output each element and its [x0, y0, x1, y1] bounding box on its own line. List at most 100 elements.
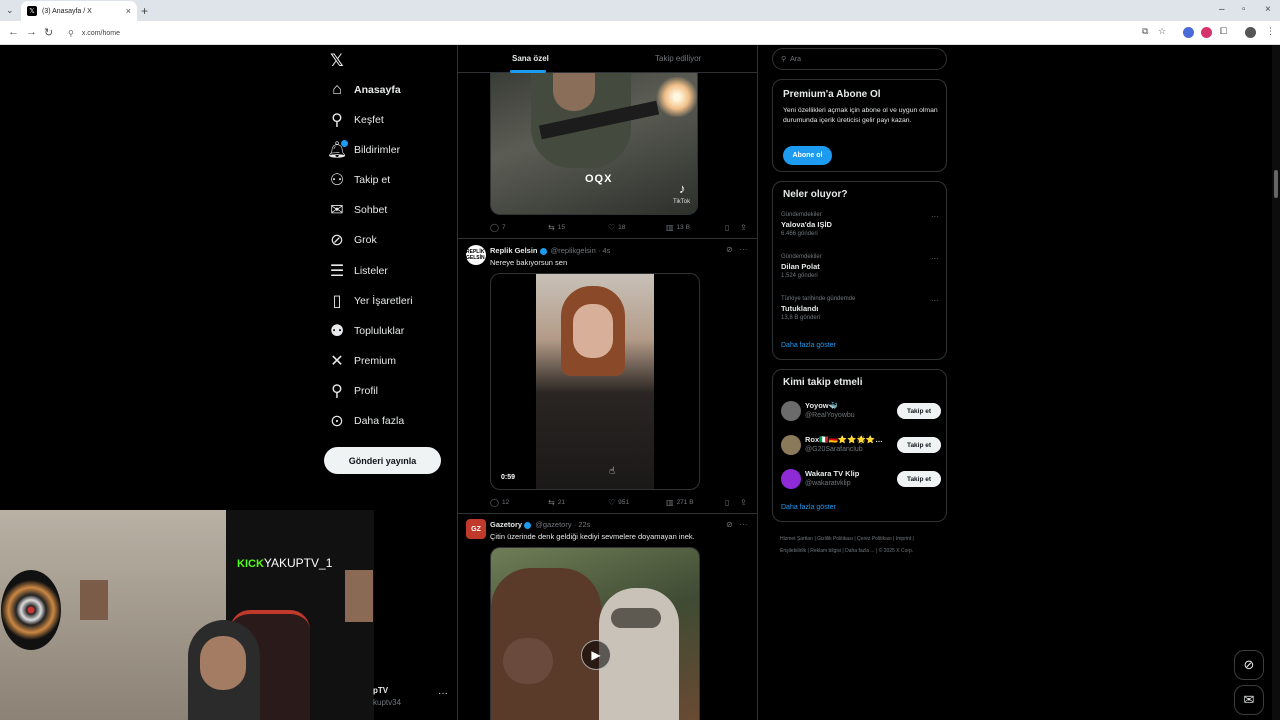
post-video[interactable]: 0:59 ☝ — [490, 273, 700, 490]
grok-icon[interactable]: ⊘ — [726, 245, 733, 254]
like-button[interactable]: ♡ 18 — [608, 223, 625, 232]
author-handle[interactable]: @gazetory — [535, 520, 571, 529]
new-tab-icon[interactable]: + — [141, 4, 148, 18]
repost-button[interactable]: ⇆ 21 — [548, 498, 565, 507]
tab-close-icon[interactable]: × — [126, 6, 131, 16]
follow-suggestion[interactable]: Rox🇮🇹🇩🇪⭐⭐🌟⭐… @G20Sarafanclub Takip et — [781, 433, 941, 457]
url-field[interactable]: ⚲ x.com/home — [62, 25, 1132, 41]
footer-link[interactable]: Hizmet Şartları — [780, 536, 813, 542]
views-button[interactable]: ▥ 271 B — [666, 498, 694, 507]
reload-icon[interactable]: ↻ — [44, 26, 53, 39]
footer-link[interactable]: Erişilebilirlik — [780, 548, 806, 554]
grok-float-icon[interactable]: ⊘ — [1234, 650, 1264, 680]
footer-link[interactable]: Imprint — [896, 536, 911, 542]
bookmark-button[interactable]: ▯ — [725, 498, 732, 507]
nav-item-2[interactable]: 🔔︎ Bildirimler — [327, 140, 400, 160]
avatar[interactable] — [781, 401, 801, 421]
suggestion-name[interactable]: Rox🇮🇹🇩🇪⭐⭐🌟⭐… — [805, 435, 883, 444]
reply-button[interactable]: ◯ 12 — [490, 498, 509, 507]
footer-link[interactable]: Gizlilik Politikası — [817, 536, 853, 542]
author-name[interactable]: Gazetory — [490, 520, 522, 529]
nav-item-1[interactable]: ⚲ Keşfet — [330, 110, 384, 130]
footer-link[interactable]: Çerez Politikası — [857, 536, 892, 542]
post-video[interactable]: OQX ♪ TikTok — [490, 73, 698, 215]
share-button[interactable]: ⇪ — [740, 223, 750, 232]
subscribe-button[interactable]: Abone ol — [783, 146, 832, 165]
trend-more-icon[interactable]: ··· — [931, 212, 939, 221]
more-icon[interactable]: ··· — [739, 520, 747, 529]
suggestion-name[interactable]: Yoyow🐳 — [805, 401, 838, 410]
avatar[interactable]: GZ — [466, 519, 486, 539]
follow-button[interactable]: Takip et — [897, 403, 941, 419]
repost-button[interactable]: ⇆ 15 — [548, 223, 565, 232]
more-icon[interactable]: ··· — [739, 245, 747, 254]
back-icon[interactable]: ← — [8, 26, 19, 38]
maximize-icon[interactable]: ▫ — [1242, 4, 1246, 15]
extension-icon[interactable] — [1201, 27, 1212, 38]
follow-suggestion[interactable]: Wakara TV Klip @wakaratvklip Takip et — [781, 467, 941, 491]
post-button[interactable]: Gönderi yayınla — [324, 447, 441, 474]
search-input[interactable] — [790, 55, 941, 63]
nav-item-3[interactable]: ⚇ Takip et — [330, 170, 390, 190]
scrollbar-thumb[interactable] — [1274, 170, 1278, 198]
follow-button[interactable]: Takip et — [897, 471, 941, 487]
nav-item-11[interactable]: ⊙ Daha fazla — [330, 411, 404, 431]
tab-search-icon[interactable]: ⌄ — [6, 5, 14, 16]
trend-more-icon[interactable]: ··· — [931, 296, 939, 305]
cast-icon[interactable]: ⧉ — [1142, 26, 1148, 37]
who-to-follow-show-more[interactable]: Daha fazla göster — [781, 504, 836, 511]
follow-button[interactable]: Takip et — [897, 437, 941, 453]
post-time[interactable]: 4s — [602, 246, 610, 255]
x-logo-icon[interactable]: 𝕏 — [330, 51, 344, 71]
nav-item-7[interactable]: ▯ Yer İşaretleri — [330, 291, 413, 311]
trends-show-more[interactable]: Daha fazla göster — [781, 342, 836, 349]
nav-item-5[interactable]: ⊘ Grok — [330, 230, 376, 250]
nav-item-8[interactable]: ⚉ Topluluklar — [330, 321, 404, 341]
messages-float-icon[interactable]: ✉ — [1234, 685, 1264, 715]
footer-link[interactable]: Daha fazla ... — [845, 548, 874, 554]
search-box[interactable]: ⚲ — [772, 48, 947, 70]
nav-item-9[interactable]: ✕ Premium — [330, 351, 396, 371]
suggestion-name[interactable]: Wakara TV Klip — [805, 469, 859, 478]
trend-more-icon[interactable]: ··· — [931, 254, 939, 263]
grok-icon[interactable]: ⊘ — [726, 520, 733, 529]
profile-avatar[interactable] — [1245, 27, 1256, 38]
like-button[interactable]: ♡ 951 — [608, 498, 629, 507]
follow-suggestion[interactable]: Yoyow🐳 @RealYoyowbu Takip et — [781, 399, 941, 423]
nav-item-6[interactable]: ☰ Listeler — [330, 261, 388, 281]
account-more-icon[interactable]: ··· — [438, 688, 448, 699]
post-video[interactable]: ▶ — [490, 547, 700, 720]
site-info-icon[interactable]: ⚲ — [68, 29, 74, 38]
scrollbar[interactable] — [1272, 45, 1280, 720]
browser-menu-icon[interactable]: ⋮ — [1266, 26, 1275, 37]
footer-link[interactable]: Reklam bilgisi — [810, 548, 841, 554]
browser-tab[interactable]: 𝕏 (3) Anasayfa / X × — [21, 1, 137, 21]
footer-link[interactable]: © 2025 X Corp. — [879, 548, 914, 554]
extensions-puzzle-icon[interactable]: ⧠ — [1220, 26, 1227, 37]
play-icon[interactable]: ▶ — [581, 640, 611, 670]
avatar[interactable] — [781, 435, 801, 455]
window-close-icon[interactable]: × — [1265, 4, 1271, 15]
tab-following[interactable]: Takip ediliyor — [655, 54, 701, 63]
share-button[interactable]: ⇪ — [740, 498, 750, 507]
views-button[interactable]: ▥ 13 B — [666, 223, 690, 232]
trend-item[interactable]: Gündemdekiler Yalova'da IŞİD 6.466 gönderi… — [781, 212, 941, 237]
bookmark-button[interactable]: ▯ — [725, 223, 732, 232]
trend-item[interactable]: Türkiye tarihinde gündemde Tutuklandı 13,8… — [781, 296, 941, 321]
avatar[interactable] — [781, 469, 801, 489]
author-name[interactable]: Replik Gelsin — [490, 246, 538, 255]
post-time[interactable]: 22s — [578, 520, 590, 529]
nav-item-0[interactable]: ⌂ Anasayfa — [330, 80, 401, 100]
avatar[interactable]: REPLİK GELSİN — [466, 245, 486, 265]
nav-item-10[interactable]: ⚲ Profil — [330, 381, 378, 401]
tab-for-you[interactable]: Sana özel — [512, 54, 549, 63]
author-handle[interactable]: @replikgelsin — [551, 246, 596, 255]
bookmark-star-icon[interactable]: ☆ — [1158, 26, 1166, 37]
trend-item[interactable]: Gündemdekiler Dilan Polat 1.524 gönderi ··· — [781, 254, 941, 279]
extension-icon[interactable] — [1183, 27, 1194, 38]
forward-icon[interactable]: → — [26, 26, 37, 38]
reply-button[interactable]: ◯ 7 — [490, 223, 506, 232]
nav-item-4[interactable]: ✉ Sohbet — [330, 200, 387, 220]
account-name[interactable]: pTV — [373, 686, 388, 695]
minimize-icon[interactable]: – — [1219, 4, 1225, 15]
